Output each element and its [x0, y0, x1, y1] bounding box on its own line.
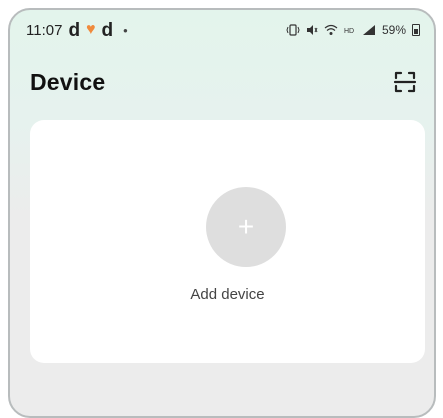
wifi-icon	[324, 24, 338, 35]
signal-icon	[362, 25, 375, 35]
more-notifications-dot: •	[123, 22, 128, 38]
status-bar: 11:07 d ♥ d • HD 59%	[10, 10, 434, 50]
heart-icon: ♥	[86, 21, 96, 38]
header: Device	[30, 62, 420, 102]
svg-text:HD: HD	[344, 28, 354, 35]
scan-button[interactable]	[390, 67, 420, 97]
add-device-label[interactable]: Add device	[30, 286, 425, 303]
battery-icon	[412, 24, 420, 36]
status-time: 11:07	[26, 21, 63, 39]
vibrate-icon	[286, 24, 300, 36]
notification-d-icon: d	[101, 19, 114, 41]
status-right: HD 59%	[286, 23, 420, 37]
mute-icon	[306, 25, 318, 35]
hd-icon: HD	[344, 28, 354, 35]
battery-percent: 59%	[381, 23, 406, 37]
plus-icon: +	[237, 211, 255, 242]
add-device-button[interactable]: +	[206, 187, 286, 267]
page-title: Device	[30, 68, 106, 95]
notification-d-icon: d	[68, 19, 81, 41]
status-left: 11:07 d ♥ d •	[26, 21, 128, 40]
phone-frame: 11:07 d ♥ d • HD 59% Device + Add device	[8, 8, 436, 418]
device-list-card: + Add device	[30, 120, 425, 363]
scan-icon	[393, 71, 417, 93]
